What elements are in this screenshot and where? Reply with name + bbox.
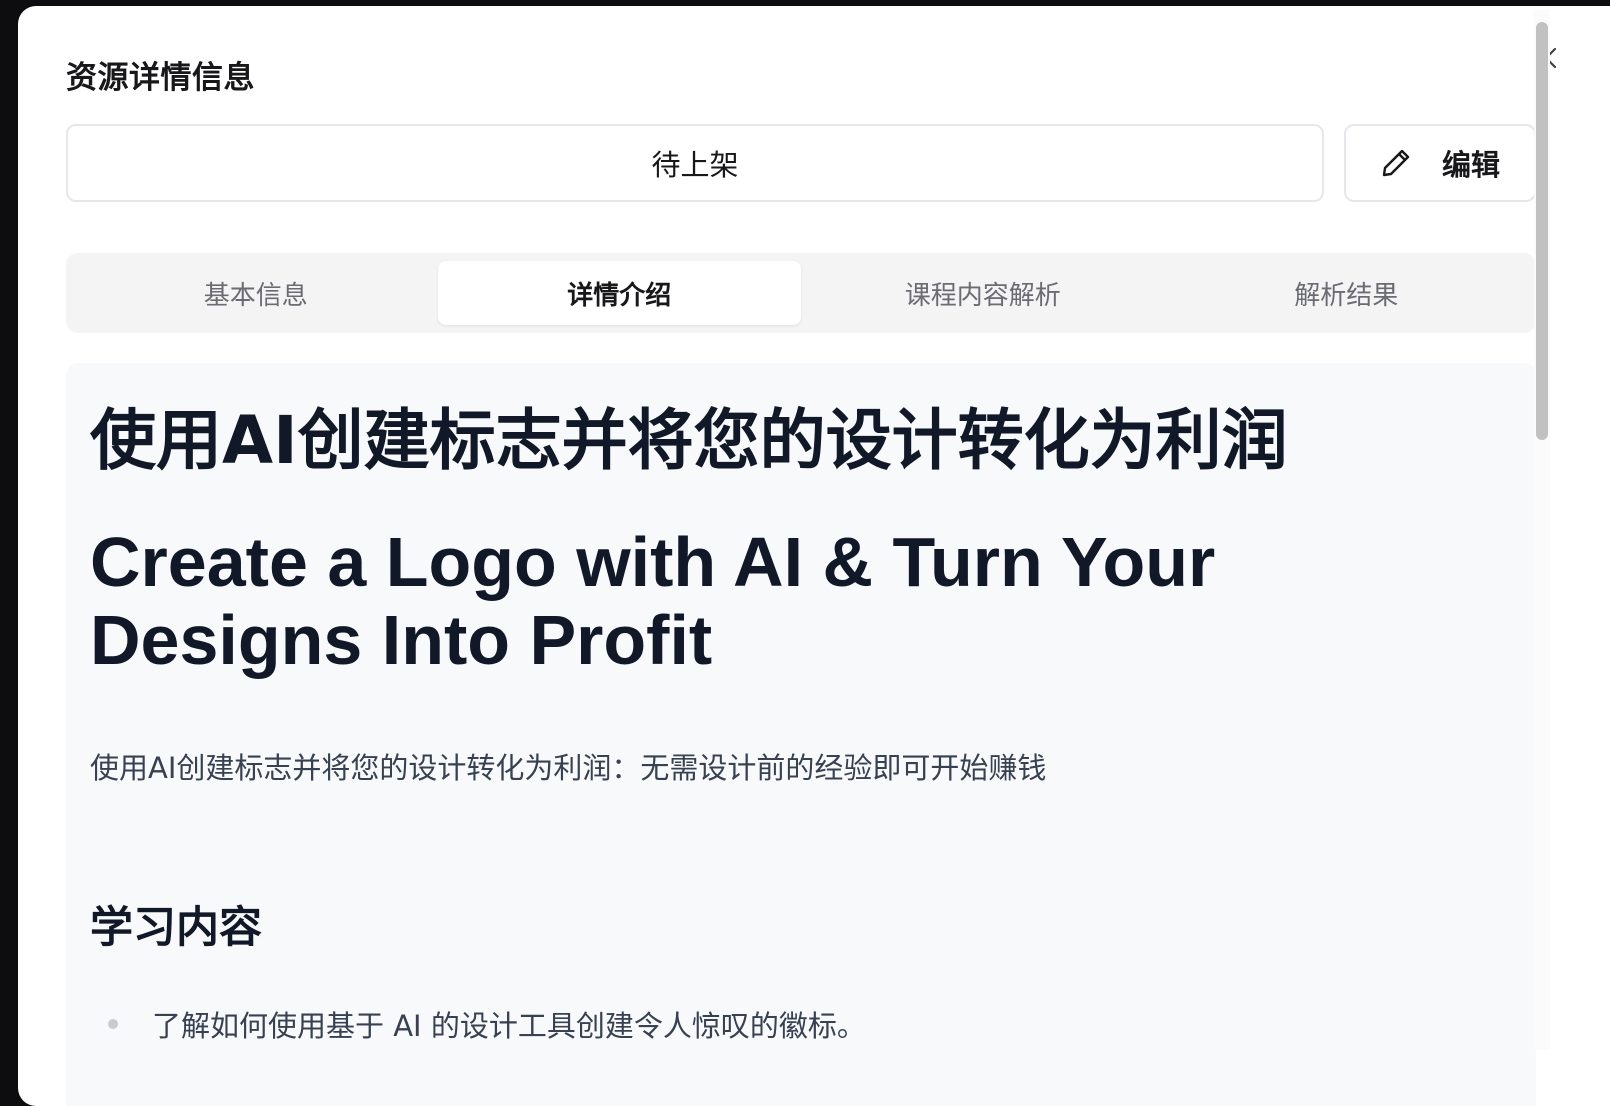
course-description: 使用AI创建标志并将您的设计转化为利润：无需设计前的经验即可开始赚钱 (90, 751, 1047, 785)
tab-label: 解析结果 (1294, 280, 1399, 311)
section-heading: 学习内容 (90, 903, 262, 953)
modal-title: 资源详情信息 (66, 60, 255, 96)
list-item: 了解如何使用基于 AI 的设计工具创建令人惊叹的徽标。 (90, 1003, 866, 1045)
tab-bar: 基本信息 详情介绍 课程内容解析 解析结果 (66, 253, 1536, 333)
bullet-icon (108, 1019, 118, 1029)
status-field[interactable]: 待上架 (66, 124, 1324, 202)
list-item-text: 了解如何使用基于 AI 的设计工具创建令人惊叹的徽标。 (152, 1009, 866, 1043)
tab-label: 基本信息 (203, 280, 308, 311)
course-title-en: Create a Logo with AI & Turn Your Design… (90, 523, 1216, 679)
tab-course-analysis[interactable]: 课程内容解析 (801, 261, 1165, 325)
resource-detail-modal: 资源详情信息 待上架 编辑 基本信息 详情介绍 课程内容解析 解析结果 使用AI… (18, 6, 1610, 1106)
tab-basic-info[interactable]: 基本信息 (74, 261, 438, 325)
detail-content-panel: 使用AI创建标志并将您的设计转化为利润 Create a Logo with A… (66, 363, 1536, 1106)
tab-analysis-result[interactable]: 解析结果 (1165, 261, 1529, 325)
course-title-cn: 使用AI创建标志并将您的设计转化为利润 (90, 402, 1288, 479)
learning-list: 了解如何使用基于 AI 的设计工具创建令人惊叹的徽标。 (90, 1003, 866, 1045)
pencil-icon (1380, 147, 1412, 179)
tab-label: 详情介绍 (567, 280, 672, 311)
status-value: 待上架 (651, 148, 739, 182)
tab-detail-intro[interactable]: 详情介绍 (437, 261, 801, 325)
tab-label: 课程内容解析 (904, 280, 1061, 311)
edit-button-label: 编辑 (1441, 148, 1500, 182)
vertical-scrollbar[interactable] (1534, 10, 1550, 1050)
edit-button[interactable]: 编辑 (1344, 124, 1536, 202)
scrollbar-thumb[interactable] (1536, 22, 1548, 440)
